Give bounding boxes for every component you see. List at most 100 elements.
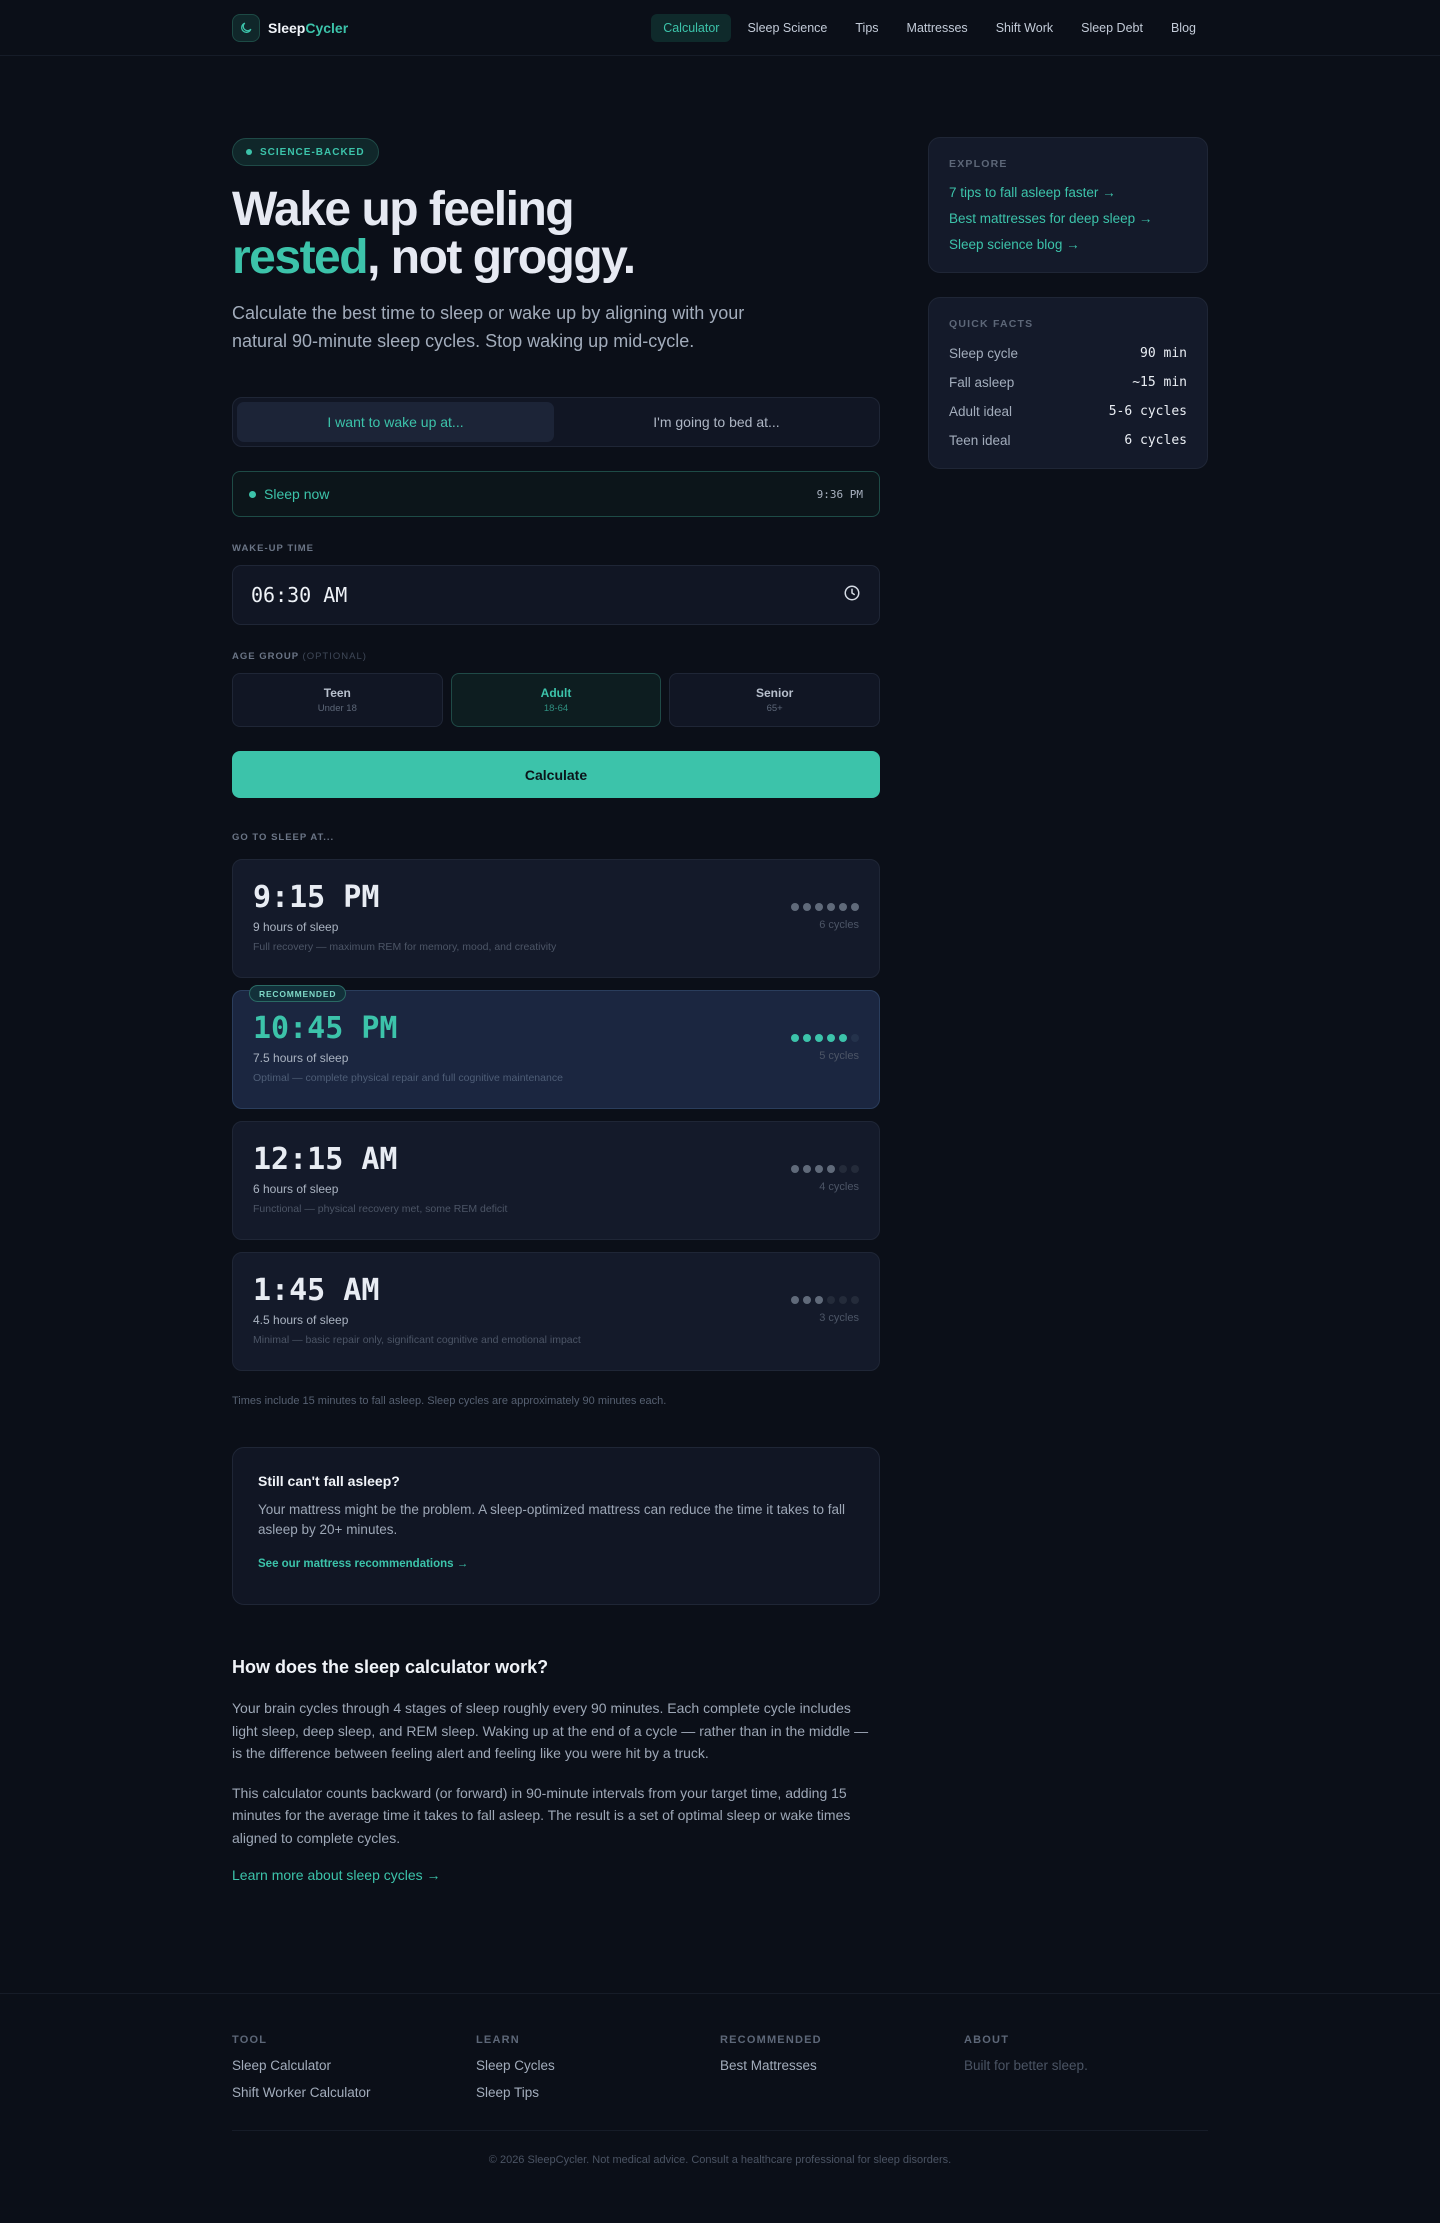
how-it-works-section: How does the sleep calculator work? Your… — [232, 1657, 880, 1883]
cycle-dot-filled — [827, 1034, 835, 1042]
footer-col-title: LEARN — [476, 2034, 520, 2046]
result-cycles: 6 cycles — [819, 919, 859, 931]
footer-col-about: ABOUT Built for better sleep. — [964, 2034, 1208, 2100]
cycle-dot-filled — [815, 1034, 823, 1042]
age-option-senior[interactable]: Senior 65+ — [669, 673, 881, 727]
cycle-dot-filled — [827, 903, 835, 911]
nav-tips[interactable]: Tips — [843, 14, 890, 42]
nav-blog[interactable]: Blog — [1159, 14, 1208, 42]
footer-link-best-mattresses[interactable]: Best Mattresses — [720, 2058, 964, 2073]
quick-facts-label: QUICK FACTS — [949, 318, 1034, 330]
cycle-dot-filled — [815, 1165, 823, 1173]
result-description: Optimal — complete physical repair and f… — [253, 1072, 563, 1084]
age-option-name: Teen — [323, 686, 351, 700]
wake-time-input[interactable]: 06:30 AM — [232, 565, 880, 625]
fact-row: Adult ideal 5-6 cycles — [949, 404, 1187, 419]
result-card[interactable]: 12:15 AM 6 hours of sleep Functional — p… — [232, 1121, 880, 1240]
science-backed-badge: SCIENCE-BACKED — [232, 138, 379, 166]
footer-link-sleep-cycles[interactable]: Sleep Cycles — [476, 2058, 720, 2073]
result-cycles: 5 cycles — [819, 1050, 859, 1062]
tab-wake-up-at[interactable]: I want to wake up at... — [237, 402, 554, 442]
age-group-selector: Teen Under 18 Adult 18-64 Senior 65+ — [232, 673, 881, 727]
footer-col-tool: TOOL Sleep Calculator Shift Worker Calcu… — [232, 2034, 476, 2100]
copyright: © 2026 SleepCycler. Not medical advice. … — [488, 2154, 952, 2166]
footer-divider — [232, 2130, 1208, 2131]
footer-col-title: RECOMMENDED — [720, 2034, 822, 2046]
fact-value: 6 cycles — [1124, 433, 1187, 448]
explore-card: EXPLORE 7 tips to fall asleep faster → B… — [928, 137, 1208, 273]
cycle-dot-filled — [803, 1296, 811, 1304]
nav-calculator[interactable]: Calculator — [651, 13, 732, 42]
fact-key: Sleep cycle — [949, 346, 1019, 361]
mattress-recommendations-link[interactable]: See our mattress recommendations → — [258, 1558, 854, 1570]
footer-link-sleep-calculator[interactable]: Sleep Calculator — [232, 2058, 476, 2073]
result-description: Functional — physical recovery met, some… — [253, 1203, 508, 1215]
cycle-dot-filled — [827, 1165, 835, 1173]
fact-key: Teen ideal — [949, 433, 1011, 448]
age-option-adult[interactable]: Adult 18-64 — [450, 673, 662, 727]
cycle-dot-filled — [851, 903, 859, 911]
fact-row: Fall asleep ~15 min — [949, 375, 1187, 390]
cycle-dot-filled — [839, 1034, 847, 1042]
cycle-dot-empty — [827, 1296, 835, 1304]
result-hours: 9 hours of sleep — [253, 920, 339, 934]
moon-icon — [232, 13, 260, 42]
age-option-range: Under 18 — [317, 703, 357, 714]
result-time: 10:45 PM — [253, 1011, 398, 1046]
learn-sleep-cycles-link[interactable]: Learn more about sleep cycles → — [232, 1867, 880, 1883]
wake-time-value: 06:30 AM — [251, 583, 348, 607]
cycle-dot-empty — [839, 1296, 847, 1304]
age-option-name: Senior — [756, 686, 794, 700]
calculate-button[interactable]: Calculate — [232, 751, 880, 798]
hero-lead: Calculate the best time to sleep or wake… — [232, 303, 745, 351]
explore-link-blog[interactable]: Sleep science blog → — [949, 237, 1187, 252]
age-option-teen[interactable]: Teen Under 18 — [232, 673, 443, 727]
sleep-now-label: Sleep now — [264, 486, 330, 502]
cycle-dot-empty — [851, 1296, 859, 1304]
badge-label: SCIENCE-BACKED — [260, 146, 365, 158]
page-title: Wake up feeling rested, not groggy. — [232, 186, 880, 282]
how-title: How does the sleep calculator work? — [232, 1657, 549, 1677]
explore-link-tips[interactable]: 7 tips to fall asleep faster → — [949, 185, 1187, 200]
explore-link-mattresses[interactable]: Best mattresses for deep sleep → — [949, 211, 1187, 226]
cycle-dot-filled — [803, 1165, 811, 1173]
top-nav: SleepCycler Calculator Sleep Science Tip… — [0, 0, 1440, 56]
recommended-badge: RECOMMENDED — [249, 985, 347, 1002]
title-rest: , not groggy. — [367, 231, 636, 284]
clock-icon[interactable] — [843, 584, 861, 607]
nav-shift-work[interactable]: Shift Work — [984, 14, 1065, 42]
age-option-range: 65+ — [766, 703, 783, 714]
age-group-optional: (OPTIONAL) — [302, 651, 367, 662]
cycle-dot-filled — [803, 1034, 811, 1042]
fact-row: Teen ideal 6 cycles — [949, 433, 1187, 448]
nav-sleep-science[interactable]: Sleep Science — [735, 14, 839, 42]
nav-sleep-debt[interactable]: Sleep Debt — [1069, 14, 1155, 42]
result-card-recommended[interactable]: RECOMMENDED 10:45 PM 7.5 hours of sleep … — [232, 985, 880, 1109]
result-time: 12:15 AM — [253, 1142, 398, 1177]
result-hours: 7.5 hours of sleep — [253, 1051, 349, 1065]
footer-col-title: ABOUT — [964, 2034, 1010, 2046]
fact-key: Fall asleep — [949, 375, 1015, 390]
fact-value: 90 min — [1140, 346, 1187, 361]
result-hours: 4.5 hours of sleep — [253, 1313, 349, 1327]
quick-facts-card: QUICK FACTS Sleep cycle 90 min Fall aslee… — [928, 297, 1208, 469]
title-accent: rested — [232, 231, 369, 284]
cycle-dot-empty — [851, 1034, 859, 1042]
footer-link-sleep-tips[interactable]: Sleep Tips — [476, 2085, 720, 2100]
fact-row: Sleep cycle 90 min — [949, 346, 1187, 361]
sleep-now-button[interactable]: Sleep now 9:36 PM — [232, 471, 880, 517]
tab-going-to-bed-at[interactable]: I'm going to bed at... — [558, 402, 875, 442]
cycle-dot-filled — [839, 903, 847, 911]
result-cycles: 4 cycles — [819, 1181, 859, 1193]
result-card[interactable]: 9:15 PM 9 hours of sleep Full recovery —… — [232, 859, 880, 978]
badge-dot — [246, 149, 252, 155]
footer-link-shift-worker-calculator[interactable]: Shift Worker Calculator — [232, 2085, 476, 2100]
age-group-label-text: AGE GROUP — [232, 651, 299, 662]
cta-text: Your mattress might be the problem. A sl… — [258, 1502, 846, 1537]
cycle-dot-filled — [815, 903, 823, 911]
footer-col-title: TOOL — [232, 2034, 268, 2046]
nav-mattresses[interactable]: Mattresses — [895, 14, 980, 42]
brand-logo[interactable]: SleepCycler — [232, 13, 348, 42]
result-card[interactable]: 1:45 AM 4.5 hours of sleep Minimal — bas… — [232, 1252, 880, 1371]
cycle-dot-empty — [851, 1165, 859, 1173]
